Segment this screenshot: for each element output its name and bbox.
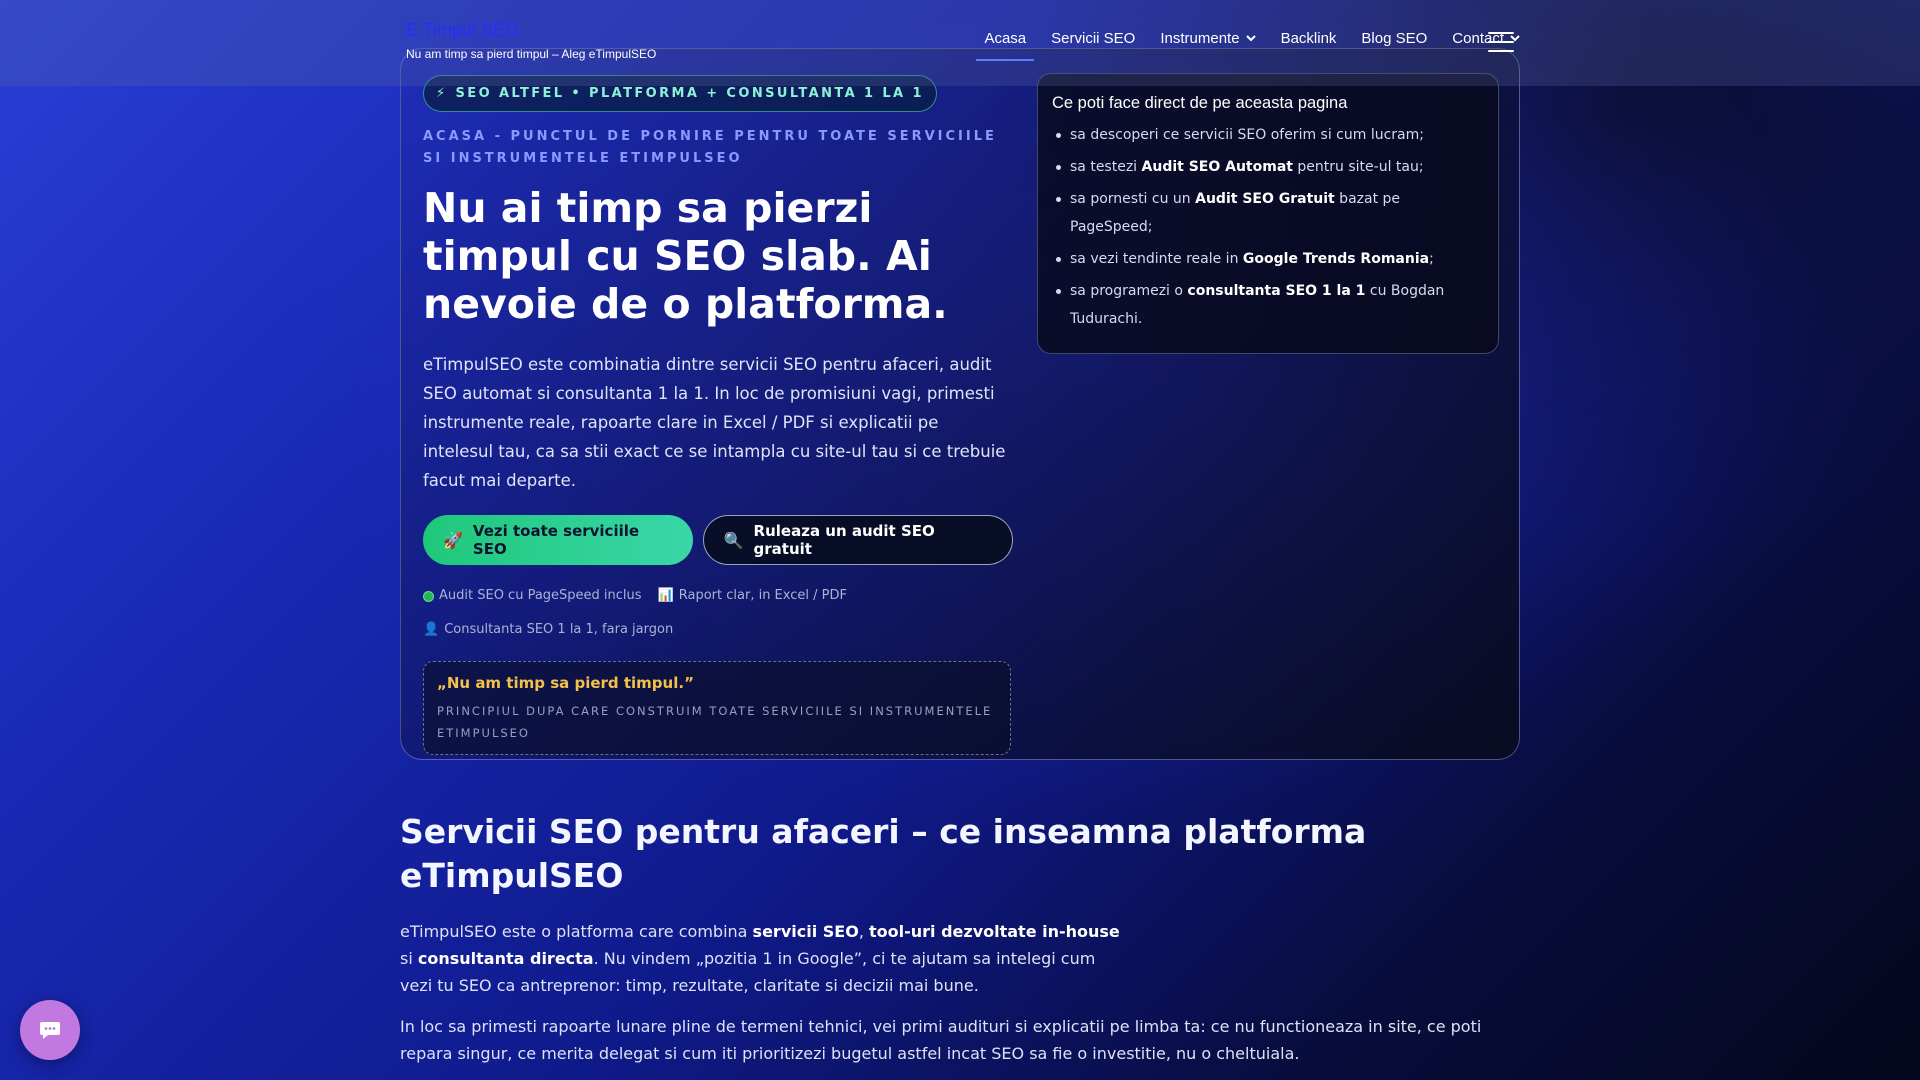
chart-icon: 📊 <box>657 588 674 603</box>
nav-item-acasa[interactable]: Acasa <box>976 30 1034 61</box>
nav-label: Backlink <box>1280 30 1337 47</box>
hamburger-menu-icon[interactable] <box>1488 32 1514 52</box>
item-bold: Audit SEO Gratuit <box>1195 191 1335 207</box>
rocket-icon: 🚀 <box>443 530 463 550</box>
magnifier-icon: 🔍 <box>723 530 744 550</box>
feature-label: Audit SEO cu PageSpeed inclus <box>439 588 642 603</box>
nav-label: Acasa <box>984 30 1027 47</box>
feature-label: Consultanta SEO 1 la 1, fara jargon <box>444 622 674 637</box>
item-text: pentru site-ul tau; <box>1292 159 1424 175</box>
bold-run: servicii SEO <box>752 922 859 941</box>
brand-name[interactable]: E Timpul SEO <box>406 20 656 41</box>
top-navigation-bar: E Timpul SEO Nu am timp sa pierd timpul … <box>0 0 1920 86</box>
hero-eyebrow: ACASA - PUNCTUL DE PORNIRE PENTRU TOATE … <box>423 129 997 166</box>
motto-quote: „Nu am timp sa pierd timpul.” <box>437 674 694 692</box>
hero-content: ⚡ SEO ALTFEL • PLATFORMA + CONSULTANTA 1… <box>423 75 1013 755</box>
hero-title: Nu ai timp sa pierzi timpul cu SEO slab.… <box>423 184 948 328</box>
bold-run: tool-uri dezvoltate in-house <box>868 922 1120 941</box>
feature-label: Raport clar, in Excel / PDF <box>678 588 847 603</box>
list-item: sa pornesti cu un Audit SEO Gratuit baza… <box>1052 185 1484 241</box>
item-text: sa programezi o <box>1070 283 1188 299</box>
bold-run: consultanta directa <box>417 949 594 968</box>
panel-list: sa descoperi ce servicii SEO oferim si c… <box>1052 121 1484 333</box>
section-title: Servicii SEO pentru afaceri – ce inseamn… <box>400 812 1367 895</box>
item-text: sa vezi tendinte reale in <box>1070 251 1243 267</box>
list-item: sa programezi o consultanta SEO 1 la 1 c… <box>1052 277 1484 333</box>
feature-report: 📊 Raport clar, in Excel / PDF <box>658 579 847 613</box>
section-paragraph-2: In loc sa primesti rapoarte lunare pline… <box>400 1017 1482 1063</box>
motto-subtitle: PRINCIPIUL DUPA CARE CONSTRUIM TOATE SER… <box>437 704 993 740</box>
feature-pagespeed: Audit SEO cu PageSpeed inclus <box>423 579 642 613</box>
lightning-icon: ⚡ <box>436 86 448 101</box>
item-bold: consultanta SEO 1 la 1 <box>1187 283 1366 299</box>
text-run: si <box>400 949 418 968</box>
nav-item-instrumente[interactable]: Instrumente <box>1160 30 1256 47</box>
free-audit-label: Ruleaza un audit SEO gratuit <box>753 522 935 558</box>
item-text: ; <box>1429 251 1434 267</box>
hero-features: Audit SEO cu PageSpeed inclus 📊 Raport c… <box>423 579 1013 647</box>
section-paragraph-1: eTimpulSEO este o platforma care combina… <box>400 918 1125 999</box>
item-text: sa descoperi ce servicii SEO oferim si c… <box>1070 127 1424 143</box>
list-item: sa testezi Audit SEO Automat pentru site… <box>1052 153 1484 181</box>
free-audit-button[interactable]: 🔍 Ruleaza un audit SEO gratuit <box>702 515 1013 565</box>
main-nav: Acasa Servicii SEO Instrumente Backlink … <box>976 30 1520 61</box>
brand-tagline: Nu am timp sa pierd timpul – Aleg eTimpu… <box>406 47 657 61</box>
item-bold: Google Trends Romania <box>1242 251 1430 267</box>
user-icon: 👤 <box>423 622 440 637</box>
hamburger-line <box>1488 41 1514 43</box>
hero-description: eTimpulSEO este combinatia dintre servic… <box>423 355 1006 490</box>
item-bold: Audit SEO Automat <box>1141 159 1293 175</box>
page-actions-panel: Ce poti face direct de pe aceasta pagina… <box>1037 73 1499 354</box>
nav-item-blog-seo[interactable]: Blog SEO <box>1361 30 1427 47</box>
list-item: sa vezi tendinte reale in Google Trends … <box>1052 245 1484 273</box>
nav-label: Blog SEO <box>1361 30 1428 47</box>
chat-icon-glyph <box>40 1022 60 1039</box>
hamburger-line <box>1488 32 1514 34</box>
hero-cta-row: 🚀 Vezi toate serviciile SEO 🔍 Ruleaza un… <box>423 515 1013 565</box>
nav-item-servicii-seo[interactable]: Servicii SEO <box>1051 30 1135 47</box>
motto-box: „Nu am timp sa pierd timpul.” PRINCIPIUL… <box>423 661 1011 755</box>
feature-consulting: 👤 Consultanta SEO 1 la 1, fara jargon <box>423 613 673 647</box>
text-run: eTimpulSEO este o platforma care combina <box>400 922 753 941</box>
item-text: sa testezi <box>1070 159 1142 175</box>
hero-card: ⚡ SEO ALTFEL • PLATFORMA + CONSULTANTA 1… <box>400 48 1520 760</box>
brand[interactable]: E Timpul SEO Nu am timp sa pierd timpul … <box>406 20 656 61</box>
chat-bubble-icon[interactable] <box>20 1000 80 1060</box>
list-item: sa descoperi ce servicii SEO oferim si c… <box>1052 121 1484 149</box>
nav-label: Instrumente <box>1160 30 1240 47</box>
view-services-label: Vezi toate serviciile SEO <box>472 522 640 558</box>
text-run: , <box>858 922 869 941</box>
chevron-down-icon <box>1245 35 1256 42</box>
item-text: sa pornesti cu un <box>1070 191 1196 207</box>
panel-title: Ce poti face direct de pe aceasta pagina <box>1052 94 1348 112</box>
green-dot-icon <box>423 590 434 602</box>
nav-label: Servicii SEO <box>1051 30 1136 47</box>
hamburger-line <box>1488 50 1514 52</box>
hero-badge-text: SEO ALTFEL • PLATFORMA + CONSULTANTA 1 L… <box>455 86 924 101</box>
view-services-button[interactable]: 🚀 Vezi toate serviciile SEO <box>423 515 693 565</box>
services-intro-section: Servicii SEO pentru afaceri – ce inseamn… <box>400 810 1520 1067</box>
nav-item-backlink[interactable]: Backlink <box>1281 30 1337 47</box>
